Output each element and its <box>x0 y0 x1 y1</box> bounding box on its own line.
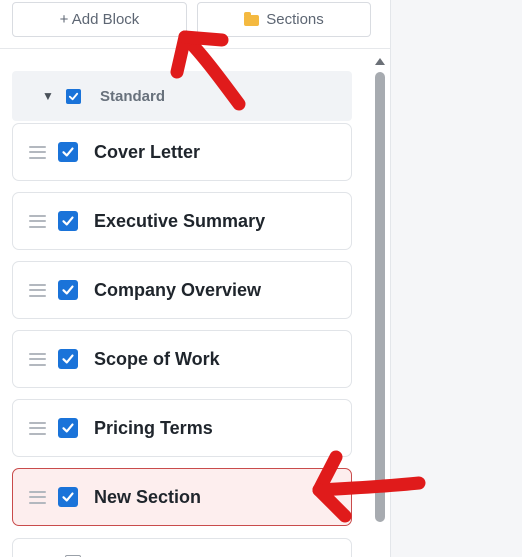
item-label: Scope of Work <box>94 348 220 369</box>
list-item-pricing-terms[interactable]: Pricing Terms <box>12 399 352 457</box>
canvas-area <box>391 0 522 557</box>
drag-handle-icon[interactable] <box>29 145 46 159</box>
item-checkbox[interactable] <box>58 211 78 231</box>
drag-handle-icon[interactable] <box>29 352 46 366</box>
list-item-new-section[interactable]: New Section <box>12 468 352 526</box>
list-item-scope-of-work[interactable]: Scope of Work <box>12 330 352 388</box>
group-label: Standard <box>100 87 166 105</box>
sections-panel: + Add Block Sections ▼ Standard Cover Le… <box>0 0 391 557</box>
list-item-company-overview[interactable]: Company Overview <box>12 261 352 319</box>
drag-handle-icon[interactable] <box>29 421 46 435</box>
item-checkbox[interactable] <box>58 349 78 369</box>
item-checkbox[interactable] <box>58 487 78 507</box>
folder-icon <box>244 12 260 26</box>
item-checkbox[interactable] <box>58 418 78 438</box>
item-label: Executive Summary <box>94 210 266 231</box>
scrollbar-thumb[interactable] <box>375 72 385 522</box>
drag-handle-icon[interactable] <box>29 490 46 504</box>
group-header-standard[interactable]: ▼ Standard <box>12 71 352 121</box>
item-checkbox[interactable] <box>58 142 78 162</box>
scroll-up-icon[interactable] <box>375 58 385 65</box>
add-block-label: + Add Block <box>59 11 140 28</box>
sections-button[interactable]: Sections <box>197 2 371 37</box>
item-label: Pricing Terms <box>94 417 213 438</box>
group-checkbox[interactable] <box>66 88 81 104</box>
item-label: Cover Letter <box>94 141 201 162</box>
caret-down-icon[interactable]: ▼ <box>42 89 56 103</box>
list-item-cover-letter[interactable]: Cover Letter <box>12 123 352 181</box>
add-block-button[interactable]: + Add Block <box>12 2 187 37</box>
scrollbar[interactable] <box>373 52 387 542</box>
list-item-partial[interactable] <box>12 538 352 557</box>
item-checkbox[interactable] <box>58 280 78 300</box>
drag-handle-icon[interactable] <box>29 214 46 228</box>
sections-label: Sections <box>266 11 324 28</box>
item-label: New Section <box>94 486 202 507</box>
drag-handle-icon[interactable] <box>29 283 46 297</box>
list-item-executive-summary[interactable]: Executive Summary <box>12 192 352 250</box>
item-label: Company Overview <box>94 279 262 300</box>
toolbar: + Add Block Sections <box>0 0 390 49</box>
